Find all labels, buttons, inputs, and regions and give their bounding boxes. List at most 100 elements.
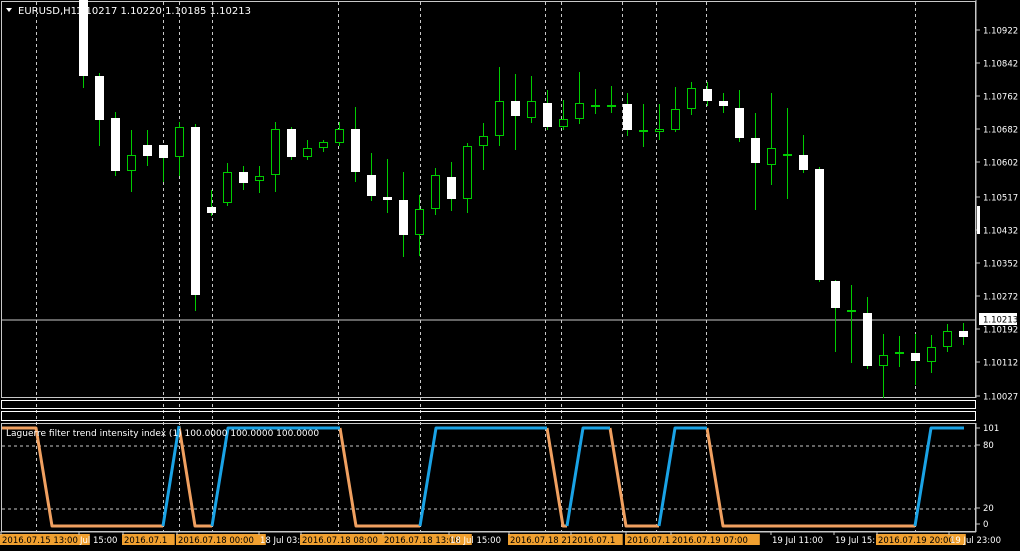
- scrollbar-marker[interactable]: [977, 206, 980, 234]
- candle-body-doji: [639, 130, 648, 132]
- candle-body-bull: [479, 136, 488, 146]
- candle-body-bull: [495, 101, 504, 136]
- time-label: 2016.07.19 07:00: [672, 536, 748, 546]
- candle-body-bull: [303, 148, 312, 157]
- candle-body-bull: [463, 146, 472, 199]
- time-label: 18 Jul 15:00: [450, 536, 501, 546]
- candle-body-bull: [255, 176, 264, 181]
- time-label: 2016.07.18 21: [510, 536, 572, 546]
- time-label: 2016.07.1: [572, 536, 615, 546]
- candle-body-bear: [95, 76, 104, 120]
- candle-body-bear: [207, 207, 216, 213]
- candle-body-bull: [687, 88, 696, 109]
- candle-body-bull: [415, 209, 424, 235]
- candle: [287, 127, 296, 160]
- candle-body-bear: [447, 177, 456, 199]
- candle: [815, 167, 824, 282]
- candle-body-bull: [127, 155, 136, 171]
- price-tick-label: 1.10112: [983, 359, 1018, 369]
- candle-body-bull: [319, 142, 328, 148]
- candle-body-bear: [623, 104, 632, 130]
- candle-body-bear: [799, 155, 808, 170]
- price-tick-label: 1.10842: [983, 60, 1018, 70]
- indicator-label: Laguerre filter trend intensity index (1…: [6, 429, 319, 439]
- time-label: 19 Jul 15:: [835, 536, 875, 546]
- candle: [191, 124, 200, 311]
- candle-body-bear: [735, 108, 744, 138]
- candle-body-bull: [335, 129, 344, 143]
- price-tick-label: 1.10602: [983, 159, 1018, 169]
- candle-body-bull: [559, 119, 568, 127]
- candle-body-doji: [783, 154, 792, 156]
- candle-body-bear: [287, 129, 296, 157]
- candle-body-bear: [511, 101, 520, 116]
- candle-body-bear: [543, 103, 552, 127]
- price-tick-label: 1.10517: [983, 194, 1018, 204]
- candle-body-bull: [175, 127, 184, 157]
- price-tick-label: 1.10192: [983, 326, 1018, 336]
- candle-body-bear: [191, 127, 200, 295]
- time-label: 19 Jul 11:00: [772, 536, 823, 546]
- time-label: 2016.07.18 00:00: [178, 536, 254, 546]
- candle-body-bear: [911, 353, 920, 361]
- price-tick-label: 1.10272: [983, 293, 1018, 303]
- candle-body-doji: [591, 105, 600, 107]
- candle-body-bull: [943, 331, 952, 347]
- candle-body-doji: [607, 105, 616, 107]
- candle: [431, 168, 440, 215]
- candle-body-bear: [399, 200, 408, 235]
- candle-body-bull: [431, 175, 440, 209]
- symbol-label: EURUSD,H1: [18, 6, 77, 17]
- chart-window[interactable]: EURUSD,H1 1.10217 1.10220 1.10185 1.1021…: [0, 0, 1020, 551]
- candle-body-bull: [767, 148, 776, 165]
- price-tick-label: 1.10027: [983, 393, 1018, 403]
- price-tick-label: 1.10682: [983, 126, 1018, 136]
- indicator-tick-label: 0: [983, 520, 988, 530]
- candle-body-doji: [847, 310, 856, 312]
- time-label: 2016.07.19 20:00: [878, 536, 954, 546]
- candle-body-bear: [239, 172, 248, 183]
- time-label: 2016.07.18 08:00: [302, 536, 378, 546]
- chart-canvas[interactable]: EURUSD,H1 1.10217 1.10220 1.10185 1.1021…: [0, 0, 1020, 551]
- time-label: 2016.07.1: [124, 536, 167, 546]
- price-tick-label: 1.10762: [983, 93, 1018, 103]
- time-label: 2016.07.15 13:00: [2, 536, 78, 546]
- candle-body-bear: [831, 281, 840, 308]
- indicator-tick-label: 20: [983, 504, 994, 514]
- candle-body-doji: [895, 352, 904, 354]
- candle-body-bull: [671, 109, 680, 130]
- candle-body-bull: [575, 103, 584, 119]
- candle-body-bear: [351, 129, 360, 172]
- ohlc-label: 1.10217 1.10220 1.10185 1.10213: [76, 6, 251, 17]
- current-price-label: 1.10213: [983, 316, 1018, 326]
- candle-body-bear: [751, 138, 760, 163]
- candle-body-bull: [655, 129, 664, 132]
- time-label: Jul 15:00: [79, 536, 117, 546]
- candle-body-bear: [959, 331, 968, 337]
- candle-body-bear: [143, 145, 152, 156]
- candle-body-bear: [111, 118, 120, 171]
- candle-body-bull: [879, 355, 888, 366]
- candle-body-bear: [159, 145, 168, 158]
- indicator-tick-label: 80: [983, 441, 994, 451]
- price-tick-label: 1.10352: [983, 260, 1018, 270]
- time-label: 18 Jul 03:: [260, 536, 300, 546]
- indicator-tick-label: 101: [983, 424, 999, 434]
- candle-body-bull: [223, 172, 232, 203]
- time-label: 2016.07.1: [627, 536, 670, 546]
- candle-body-bear: [367, 175, 376, 196]
- price-tick-label: 1.10432: [983, 227, 1018, 237]
- candle: [111, 112, 120, 176]
- candle-body-bear: [719, 101, 728, 106]
- time-label: 2016.07.18 13:00: [384, 536, 460, 546]
- candle-body-bull: [527, 101, 536, 118]
- price-tick-label: 1.10922: [983, 27, 1018, 37]
- time-label: 19 Jul 23:00: [950, 536, 1001, 546]
- chart-background: [0, 0, 1020, 551]
- candle-body-bull: [927, 347, 936, 362]
- candle-body-bear: [383, 197, 392, 200]
- candle-body-bull: [271, 129, 280, 175]
- candle-body-bear: [863, 313, 872, 366]
- candle-body-bear: [815, 169, 824, 280]
- candle-body-bear: [703, 89, 712, 101]
